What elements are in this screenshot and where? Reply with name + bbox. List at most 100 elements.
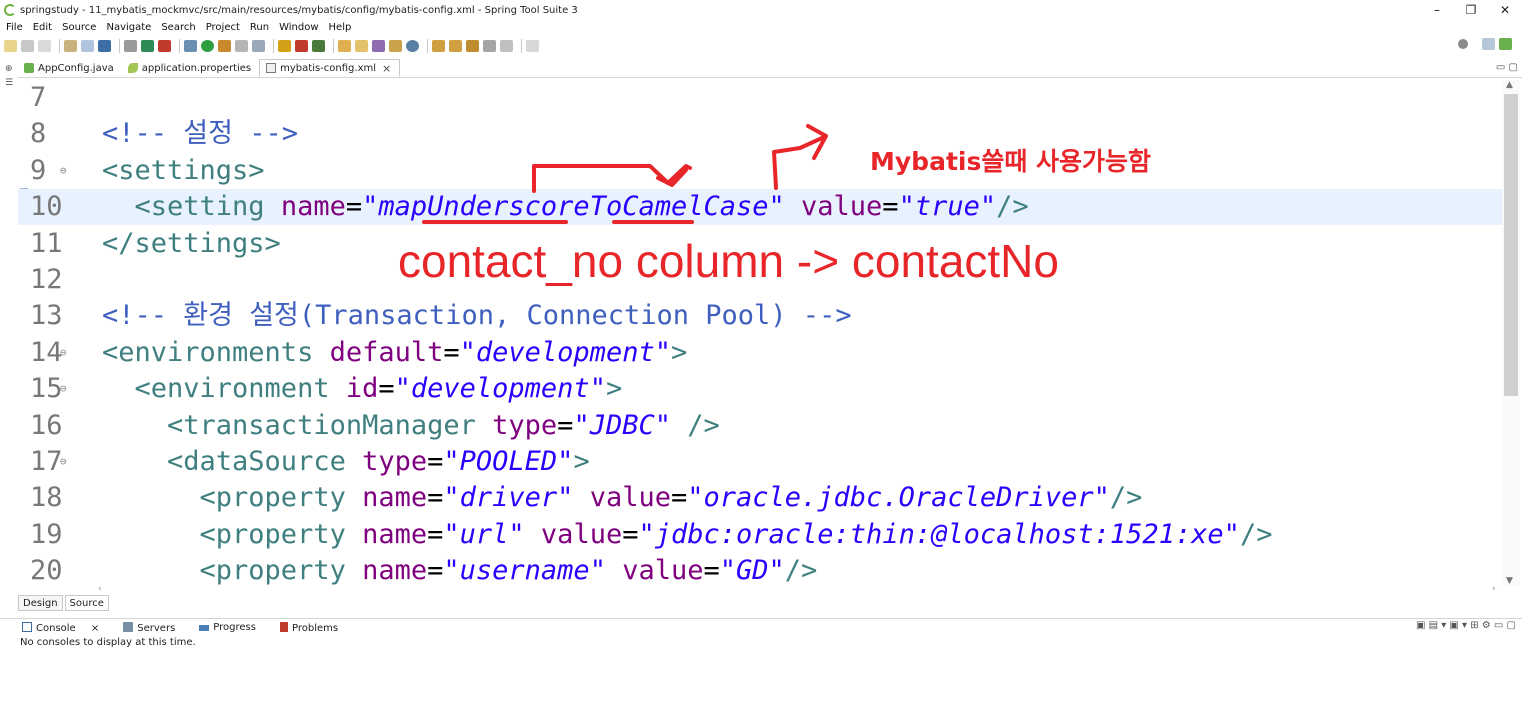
close-button[interactable]: ✕: [1488, 0, 1522, 20]
code-token: id: [345, 373, 379, 405]
search-files-icon[interactable]: [389, 40, 402, 52]
tab-console[interactable]: Console ×: [22, 621, 111, 634]
menu-file[interactable]: File: [6, 22, 23, 33]
code-text: </settings>: [102, 226, 281, 262]
skip-breakpoints-icon[interactable]: [124, 40, 137, 52]
new-spring-bean-icon[interactable]: [312, 40, 325, 52]
restore-view-icon[interactable]: ⊕: [5, 64, 18, 74]
code-text: <transactionManager type="JDBC" />: [102, 408, 720, 444]
server-start-icon[interactable]: [141, 40, 154, 52]
scroll-left-icon[interactable]: ‹: [98, 584, 102, 594]
code-token: <environments: [102, 336, 330, 368]
fold-toggle-icon[interactable]: ⊖: [60, 335, 67, 371]
package-explorer-icon[interactable]: ☰: [5, 78, 18, 88]
editor-minimize-maximize[interactable]: ▭ ▢: [1496, 62, 1518, 73]
globe-icon[interactable]: [406, 40, 419, 52]
deploy-icon[interactable]: [252, 40, 265, 52]
fold-toggle-icon[interactable]: ⊖: [60, 153, 67, 189]
code-line[interactable]: 10 <setting name="mapUnderscoreToCamelCa…: [18, 189, 1502, 226]
tab-problems[interactable]: Problems: [279, 621, 350, 634]
code-line[interactable]: 18 <property name="driver" value="oracle…: [18, 480, 1502, 516]
open-resource-icon[interactable]: [81, 40, 94, 52]
code-line[interactable]: 9 ⊖ <settings>: [18, 153, 1502, 189]
forward-icon[interactable]: [500, 40, 513, 52]
close-console-icon[interactable]: ×: [91, 623, 99, 634]
code-token: >: [573, 446, 590, 477]
tab-application-properties[interactable]: application.properties: [122, 59, 259, 77]
scroll-right-icon[interactable]: ›: [1492, 584, 1496, 594]
vertical-scrollbar[interactable]: ▲ ▼: [1502, 80, 1520, 586]
spring-boot-icon[interactable]: [158, 40, 171, 52]
code-line[interactable]: 20 <property name="username" value="GD"/…: [18, 553, 1502, 586]
last-edit-icon[interactable]: [466, 40, 479, 52]
tab-label: Progress: [213, 622, 256, 633]
code-line[interactable]: 7: [18, 80, 1502, 116]
xml-editor[interactable]: 7 8 <!-- 설정 --> 9 ⊖ <settings> 10 <setting nam…: [18, 80, 1502, 586]
previous-annotation-icon[interactable]: [449, 40, 462, 52]
save-icon[interactable]: [21, 40, 34, 52]
code-token: type: [362, 446, 428, 477]
pin-editor-icon[interactable]: [526, 40, 539, 52]
console-icon: [22, 621, 32, 632]
debug-icon[interactable]: [184, 40, 197, 52]
menu-edit[interactable]: Edit: [33, 22, 52, 33]
build-icon[interactable]: [235, 40, 248, 52]
fold-toggle-icon[interactable]: ⊖: [60, 444, 67, 480]
scrollbar-thumb[interactable]: [1504, 94, 1518, 396]
open-perspective-icon[interactable]: [1482, 38, 1495, 50]
next-annotation-icon[interactable]: [432, 40, 445, 52]
external-tools-icon[interactable]: [218, 40, 231, 52]
menu-project[interactable]: Project: [206, 22, 240, 33]
console-icon[interactable]: [98, 40, 111, 52]
code-line[interactable]: 13 <!-- 환경 설정(Transaction, Connection Poo…: [18, 298, 1502, 334]
code-line[interactable]: 8 <!-- 설정 -->: [18, 116, 1502, 152]
back-icon[interactable]: [483, 40, 496, 52]
code-token: value: [784, 191, 883, 223]
scroll-up-icon[interactable]: ▲: [1506, 80, 1513, 90]
toolbar-separator: [333, 39, 334, 53]
tab-source[interactable]: Source: [64, 595, 109, 611]
tab-servers[interactable]: Servers: [123, 621, 187, 634]
code-token: type: [492, 409, 558, 441]
pen-icon[interactable]: [372, 40, 385, 52]
spring-perspective-icon[interactable]: [1499, 38, 1512, 50]
open-type-icon[interactable]: [64, 40, 77, 52]
save-all-icon[interactable]: [38, 40, 51, 52]
minimize-button[interactable]: –: [1420, 0, 1454, 20]
tab-mybatis-config-xml[interactable]: mybatis-config.xml ×: [259, 59, 401, 77]
new-java-class-icon[interactable]: [295, 40, 308, 52]
code-line[interactable]: 15 ⊖ <environment id="development">: [18, 371, 1502, 407]
tab-label: AppConfig.java: [38, 62, 114, 74]
code-line[interactable]: 14 ⊖ <environments default="development">: [18, 335, 1502, 371]
code-line[interactable]: 19 <property name="url" value="jdbc:orac…: [18, 517, 1502, 553]
menu-bar: File Edit Source Navigate Search Project…: [0, 20, 1522, 34]
line-number: 12: [30, 264, 63, 295]
open-folder-icon[interactable]: [338, 40, 351, 52]
code-line[interactable]: 16 <transactionManager type="JDBC" />: [18, 408, 1502, 444]
close-tab-icon[interactable]: ×: [382, 62, 391, 75]
scroll-down-icon[interactable]: ▼: [1506, 576, 1513, 586]
menu-search[interactable]: Search: [161, 22, 195, 33]
tab-design[interactable]: Design: [18, 595, 63, 611]
editor-tab-bar: AppConfig.java application.properties my…: [18, 59, 1522, 78]
search-icon[interactable]: [1458, 39, 1468, 49]
console-toolbar[interactable]: ▣ ▤ ▾ ▣ ▾ ⊞ ⚙ ▭ ▢: [1416, 620, 1516, 631]
menu-window[interactable]: Window: [279, 22, 318, 33]
tab-appconfig-java[interactable]: AppConfig.java: [18, 59, 122, 77]
menu-help[interactable]: Help: [329, 22, 352, 33]
run-icon[interactable]: [201, 40, 214, 52]
fold-toggle-icon[interactable]: ⊖: [60, 371, 67, 407]
code-token: "true": [898, 191, 997, 223]
menu-run[interactable]: Run: [250, 22, 269, 33]
maximize-button[interactable]: ❐: [1454, 0, 1488, 20]
menu-source[interactable]: Source: [62, 22, 96, 33]
menu-navigate[interactable]: Navigate: [106, 22, 151, 33]
tab-progress[interactable]: Progress: [199, 622, 268, 633]
annotation-korean-note: Mybatis쓸때 사용가능함: [870, 147, 1152, 176]
servers-icon: [123, 621, 134, 632]
open-project-icon[interactable]: [355, 40, 368, 52]
new-file-icon[interactable]: [4, 40, 17, 52]
line-number: 15: [30, 373, 63, 405]
code-line[interactable]: 17 ⊖ <dataSource type="POOLED">: [18, 444, 1502, 480]
new-java-package-icon[interactable]: [278, 40, 291, 52]
